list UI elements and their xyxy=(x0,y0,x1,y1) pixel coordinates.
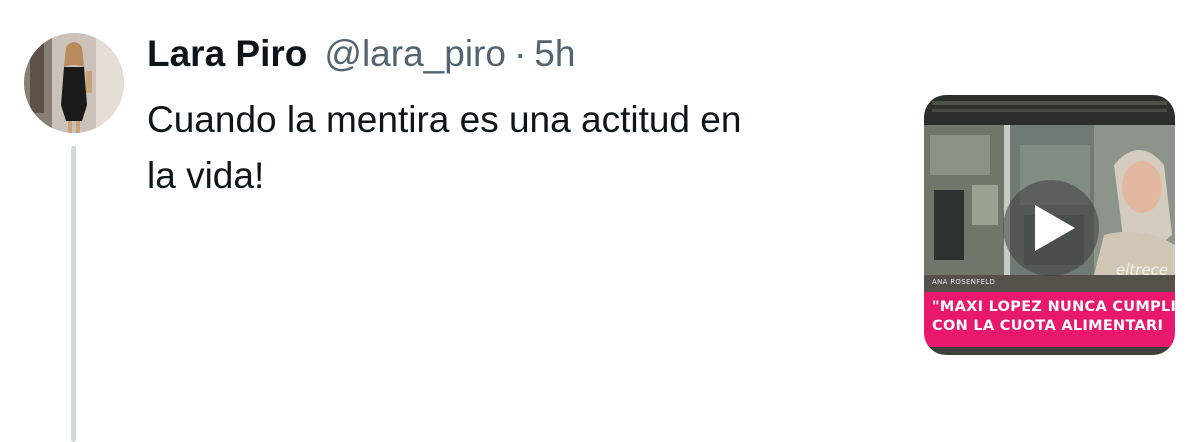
avatar-photo xyxy=(24,33,124,133)
play-icon xyxy=(1035,205,1075,251)
thread-line xyxy=(71,146,76,442)
author-handle[interactable]: @lara_piro xyxy=(324,33,506,75)
banner-line-1: "MAXI LOPEZ NUNCA CUMPLI xyxy=(932,299,1175,315)
author-name[interactable]: Lara Piro xyxy=(147,33,307,75)
banner-line-2: CON LA CUOTA ALIMENTARI xyxy=(932,318,1164,334)
tweet-text: Cuando la mentira es una actitud en la v… xyxy=(147,92,867,204)
channel-logo: eltrece xyxy=(1116,261,1169,279)
play-button[interactable] xyxy=(1003,180,1099,276)
separator-dot: · xyxy=(513,33,527,74)
tweet-timestamp[interactable]: 5h xyxy=(534,33,575,75)
video-banner: "MAXI LOPEZ NUNCA CUMPLI CON LA CUOTA AL… xyxy=(924,292,1175,347)
tweet-header: Lara Piro @lara_piro · 5h xyxy=(147,33,575,77)
tv-name-caption: ANA ROSENFELD xyxy=(932,278,996,286)
tweet-text-line-2: la vida! xyxy=(147,155,265,196)
avatar[interactable] xyxy=(24,33,124,133)
tweet-text-line-1: Cuando la mentira es una actitud en xyxy=(147,99,742,140)
